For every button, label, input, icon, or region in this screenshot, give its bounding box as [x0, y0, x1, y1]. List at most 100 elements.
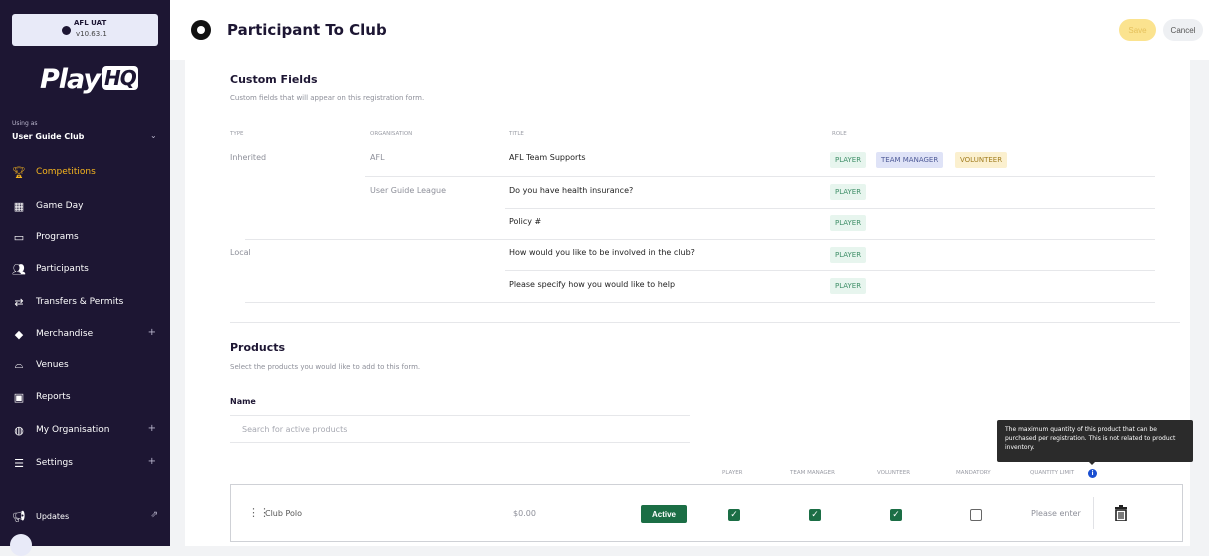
cancel-button[interactable]: Cancel: [1163, 19, 1203, 41]
nav-item-game-day[interactable]: ▦ Game Day: [12, 196, 162, 216]
header: Participant To Club Save Cancel: [170, 0, 1209, 60]
plus-icon[interactable]: +: [148, 423, 156, 434]
organisation-switcher[interactable]: User Guide Club: [12, 132, 84, 141]
field-title: How would you like to be involved in the…: [509, 248, 695, 257]
book-icon: ▭: [13, 230, 25, 244]
environment-name: AFL UAT: [74, 19, 107, 27]
row-divider: [245, 239, 1155, 240]
main-content: Custom Fields Custom fields that will ap…: [185, 60, 1193, 546]
nav-item-competitions[interactable]: 🏆︎ Competitions: [12, 162, 162, 182]
nav-item-participants[interactable]: 👥︎ Participants: [12, 259, 162, 279]
avatar[interactable]: [10, 534, 32, 556]
custom-fields-title: Custom Fields: [230, 73, 318, 86]
column-header-role: ROLE: [832, 131, 847, 137]
nav-item-settings[interactable]: ☰ Settings +: [12, 453, 162, 473]
nav-item-programs[interactable]: ▭ Programs: [12, 227, 162, 247]
player-checkbox[interactable]: ✓: [728, 509, 740, 521]
trophy-icon: 🏆︎: [12, 165, 26, 179]
nav-item-label: Game Day: [36, 201, 84, 211]
page-title: Participant To Club: [227, 21, 387, 39]
nav-item-label: My Organisation: [36, 425, 110, 435]
row-divider: [505, 208, 1155, 209]
nav-item-label: Merchandise: [36, 329, 94, 339]
plus-icon[interactable]: +: [148, 327, 156, 338]
row-divider: [505, 270, 1155, 271]
field-type: Inherited: [230, 153, 267, 162]
nav-item-label: Participants: [36, 264, 89, 274]
volunteer-checkbox[interactable]: ✓: [890, 509, 902, 521]
column-header-title: TITLE: [509, 131, 524, 137]
name-label: Name: [230, 397, 256, 406]
external-link-icon: ⇗: [150, 510, 158, 520]
nav-item-label: Settings: [36, 458, 73, 468]
nav-item-merchandise[interactable]: ◆ Merchandise +: [12, 324, 162, 344]
divider: [1093, 497, 1094, 529]
save-button[interactable]: Save: [1119, 19, 1156, 41]
column-header-quantity-limit: QUANTITY LIMIT: [1030, 470, 1075, 476]
product-status-button[interactable]: Active: [641, 505, 687, 523]
nav-item-label: Venues: [36, 360, 69, 370]
field-title: Do you have health insurance?: [509, 186, 634, 195]
environment-dot-icon: [62, 26, 71, 35]
nav-item-reports[interactable]: ▣ Reports: [12, 387, 162, 407]
field-title: Policy #: [509, 217, 542, 226]
sidebar: AFL UAT v10.63.1 Play HQ Using as User Gu…: [0, 0, 170, 556]
column-header-type: TYPE: [230, 131, 244, 137]
role-badge-player: PLAYER: [830, 152, 867, 168]
plus-icon[interactable]: +: [148, 456, 156, 467]
role-badge-player: PLAYER: [830, 247, 867, 263]
field-organisation: User Guide League: [370, 186, 447, 195]
column-header-organisation: ORGANISATION: [370, 131, 413, 137]
role-badge-player: PLAYER: [830, 278, 867, 294]
logo-badge: HQ: [102, 66, 138, 90]
trash-icon[interactable]: [1114, 505, 1128, 521]
product-name: Club Polo: [265, 509, 303, 518]
field-organisation: AFL: [370, 153, 385, 162]
updates-label: Updates: [36, 511, 70, 521]
people-icon: 👥︎: [12, 262, 26, 276]
product-row: ⋮⋮ Club Polo $0.00 Active ✓ ✓ ✓: [230, 484, 1183, 542]
using-as-label: Using as: [12, 120, 38, 127]
quantity-limit-input[interactable]: [1023, 500, 1089, 526]
role-badge-volunteer: VOLUNTEER: [955, 152, 1008, 168]
field-title: Please specify how you would like to hel…: [509, 280, 676, 289]
nav-item-my-organisation[interactable]: ◍ My Organisation +: [12, 420, 162, 440]
section-divider: [230, 322, 1180, 323]
megaphone-icon: 📢︎: [12, 509, 26, 523]
nav-item-label: Programs: [36, 232, 79, 242]
column-header-team-manager: TEAM MANAGER: [790, 470, 835, 476]
shirt-icon: ◆: [14, 327, 24, 341]
column-header-volunteer: VOLUNTEER: [877, 470, 911, 476]
chevron-down-icon[interactable]: ⌄: [150, 131, 157, 140]
products-description: Select the products you would like to ad…: [230, 363, 421, 371]
team-manager-checkbox[interactable]: ✓: [809, 509, 821, 521]
mandatory-checkbox[interactable]: [970, 509, 982, 521]
environment-version: v10.63.1: [76, 30, 107, 38]
row-divider: [365, 176, 1155, 177]
nav-item-updates[interactable]: 📢︎ Updates ⇗: [12, 505, 162, 527]
transfer-icon: ⇄: [14, 295, 24, 309]
report-icon: ▣: [13, 390, 25, 404]
nav-item-label: Competitions: [36, 167, 96, 177]
role-badge-team-manager: TEAM MANAGER: [876, 152, 944, 168]
nav-item-venues[interactable]: ⌓ Venues: [12, 355, 162, 375]
info-icon[interactable]: i: [1088, 469, 1097, 478]
field-type: Local: [230, 248, 251, 257]
globe-icon: ◍: [14, 423, 24, 437]
logo-text: Play: [40, 64, 101, 95]
scoreboard-icon: ▦: [13, 199, 25, 213]
stadium-icon: ⌓: [14, 358, 24, 371]
column-header-player: PLAYER: [722, 470, 743, 476]
environment-selector[interactable]: AFL UAT v10.63.1: [12, 14, 158, 46]
quantity-limit-tooltip: The maximum quantity of this product tha…: [997, 420, 1193, 465]
gear-icon: [191, 20, 211, 40]
nav-item-transfers-permits[interactable]: ⇄ Transfers & Permits: [12, 292, 162, 312]
row-divider: [245, 302, 1155, 303]
role-badge-player: PLAYER: [830, 215, 867, 231]
field-title: AFL Team Supports: [509, 153, 586, 162]
sliders-icon: ☰: [14, 456, 24, 470]
product-price: $0.00: [513, 509, 536, 518]
playhq-logo[interactable]: Play HQ: [40, 64, 138, 95]
product-search-input[interactable]: [230, 415, 690, 443]
products-title: Products: [230, 341, 286, 354]
